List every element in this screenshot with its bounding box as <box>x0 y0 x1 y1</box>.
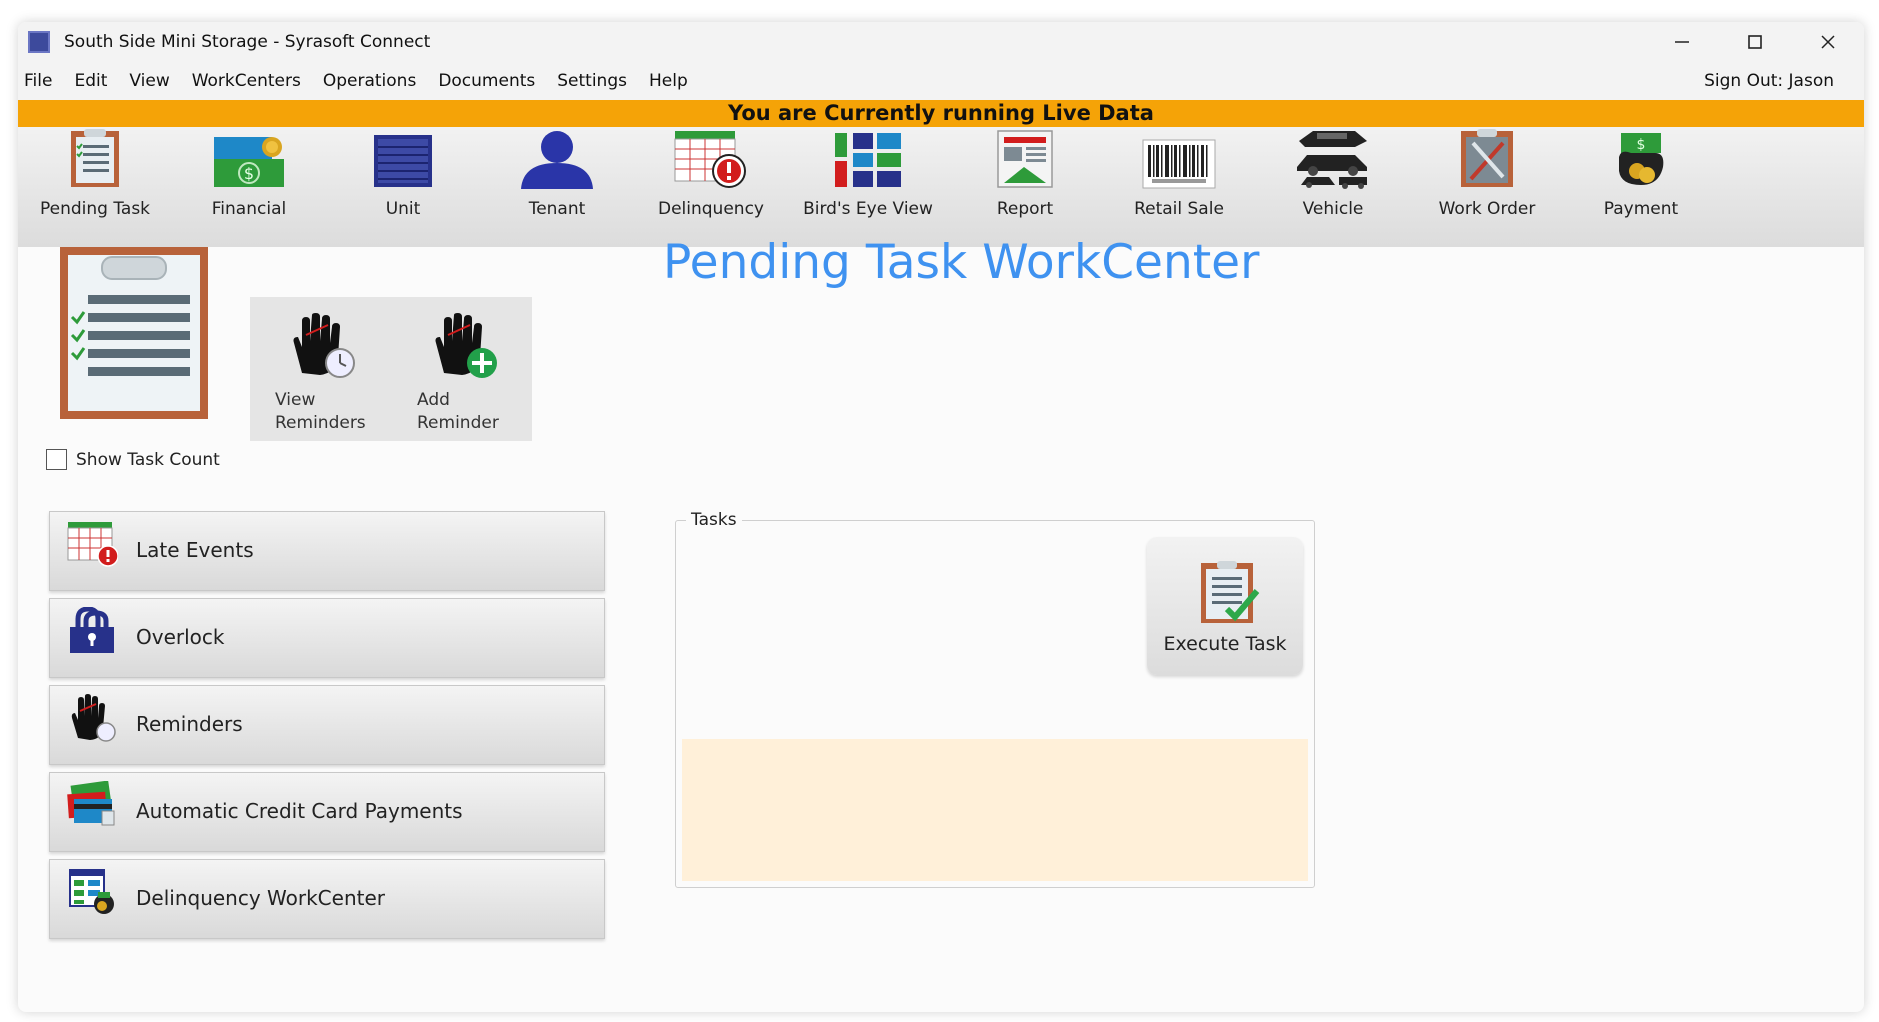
hand-clock-icon <box>293 313 355 378</box>
toolbar-label: Payment <box>1603 199 1679 219</box>
toolbar-label: Retail Sale <box>1134 199 1224 219</box>
menu-view[interactable]: View <box>118 71 180 91</box>
reminders-button[interactable]: Reminders <box>49 685 605 765</box>
menu-operations[interactable]: Operations <box>312 71 427 91</box>
show-task-count-checkbox[interactable] <box>46 449 67 470</box>
menu-documents[interactable]: Documents <box>427 71 546 91</box>
toolbar-retail-sale[interactable]: Retail Sale <box>1102 127 1256 247</box>
show-task-count-label[interactable]: Show Task Count <box>76 450 220 470</box>
hand-clock-icon <box>71 694 116 742</box>
toolbar-financial[interactable]: $ Financial <box>172 127 326 247</box>
toolbar-unit[interactable]: Unit <box>326 127 480 247</box>
view-reminders-button[interactable]: View Reminders <box>250 307 370 437</box>
lock-icon <box>70 607 114 653</box>
reminders-label: Reminders <box>136 712 243 736</box>
menu-help[interactable]: Help <box>638 71 699 91</box>
main-toolbar: Pending Task $ Financial Unit Tenant Del… <box>18 127 1864 247</box>
clipboard-check-icon <box>1201 561 1260 623</box>
delinquency-icon <box>69 869 114 914</box>
title-bar: South Side Mini Storage - Syrasoft Conne… <box>18 22 1864 62</box>
minimize-icon <box>1674 41 1689 43</box>
tools-icon <box>1461 129 1513 187</box>
automatic-credit-card-payments-button[interactable]: Automatic Credit Card Payments <box>49 772 605 852</box>
map-grid-icon <box>835 133 901 187</box>
toolbar-label: Vehicle <box>1302 199 1364 219</box>
report-icon <box>997 130 1053 188</box>
menu-bar: File Edit View WorkCenters Operations Do… <box>18 62 1864 100</box>
late-events-label: Late Events <box>136 538 254 562</box>
storage-unit-icon <box>374 135 432 187</box>
toolbar-label: Financial <box>211 199 287 219</box>
toolbar-pending-task[interactable]: Pending Task <box>18 127 172 247</box>
toolbar-work-order[interactable]: Work Order <box>1410 127 1564 247</box>
add-reminder-button[interactable]: Add Reminder <box>392 307 512 437</box>
toolbar-label: Bird's Eye View <box>803 199 933 219</box>
maximize-icon <box>1747 35 1762 49</box>
toolbar-delinquency[interactable]: Delinquency <box>634 127 788 247</box>
add-reminder-label-2: Reminder <box>417 413 499 433</box>
live-data-banner: You are Currently running Live Data <box>18 100 1864 127</box>
money-icon: $ <box>214 137 284 187</box>
app-window: South Side Mini Storage - Syrasoft Conne… <box>18 22 1864 1012</box>
window-title: South Side Mini Storage - Syrasoft Conne… <box>64 32 431 52</box>
window-controls <box>1645 22 1864 62</box>
toolbar-label: Unit <box>385 199 421 219</box>
menu-file[interactable]: File <box>18 71 63 91</box>
late-events-icon <box>67 522 118 567</box>
credit-card-icon <box>67 781 115 826</box>
execute-task-label: Execute Task <box>1163 633 1287 655</box>
toolbar-report[interactable]: Report <box>948 127 1102 247</box>
task-list-area[interactable] <box>682 739 1308 881</box>
delinquency-workcenter-button[interactable]: Delinquency WorkCenter <box>49 859 605 939</box>
overlock-label: Overlock <box>136 625 225 649</box>
toolbar-vehicle[interactable]: Vehicle <box>1256 127 1410 247</box>
automatic-credit-card-payments-label: Automatic Credit Card Payments <box>136 799 463 823</box>
view-reminders-label-2: Reminders <box>275 413 366 433</box>
pending-task-clipboard <box>60 247 208 419</box>
hand-add-icon <box>435 313 497 378</box>
person-icon <box>521 131 593 189</box>
sign-out-link[interactable]: Sign Out: Jason <box>1704 71 1834 91</box>
execute-task-button[interactable]: Execute Task <box>1147 537 1303 675</box>
clipboard-icon <box>60 247 208 419</box>
app-icon <box>28 31 50 53</box>
toolbar-label: Tenant <box>528 199 586 219</box>
menu-workcenters[interactable]: WorkCenters <box>181 71 312 91</box>
toolbar-payment[interactable]: $ Payment <box>1564 127 1718 247</box>
delinquency-workcenter-label: Delinquency WorkCenter <box>136 886 385 910</box>
vehicle-icon <box>1297 131 1367 189</box>
svg-text:$: $ <box>244 164 254 183</box>
svg-text:$: $ <box>1637 137 1646 153</box>
reminder-toolbar: View Reminders Add Reminder <box>250 297 532 441</box>
maximize-button[interactable] <box>1718 22 1791 62</box>
toolbar-label: Report <box>996 199 1054 219</box>
view-reminders-label-1: View <box>275 390 316 410</box>
overlock-button[interactable]: Overlock <box>49 598 605 678</box>
calendar-alert-icon <box>674 131 746 188</box>
toolbar-label: Pending Task <box>39 199 151 219</box>
toolbar-label: Work Order <box>1438 199 1536 219</box>
show-task-count-row: Show Task Count <box>46 449 220 470</box>
menu-settings[interactable]: Settings <box>546 71 638 91</box>
add-reminder-label-1: Add <box>417 390 450 410</box>
menu-edit[interactable]: Edit <box>63 71 118 91</box>
toolbar-label: Delinquency <box>658 199 764 219</box>
minimize-button[interactable] <box>1645 22 1718 62</box>
page-title: Pending Task WorkCenter <box>663 235 1260 290</box>
close-button[interactable] <box>1791 22 1864 62</box>
close-icon <box>1820 35 1835 49</box>
tasks-legend: Tasks <box>686 510 742 530</box>
toolbar-birds-eye-view[interactable]: Bird's Eye View <box>788 127 948 247</box>
barcode-icon <box>1142 139 1216 189</box>
clipboard-icon <box>71 129 119 187</box>
toolbar-tenant[interactable]: Tenant <box>480 127 634 247</box>
payment-icon: $ <box>1619 133 1664 185</box>
late-events-button[interactable]: Late Events <box>49 511 605 591</box>
